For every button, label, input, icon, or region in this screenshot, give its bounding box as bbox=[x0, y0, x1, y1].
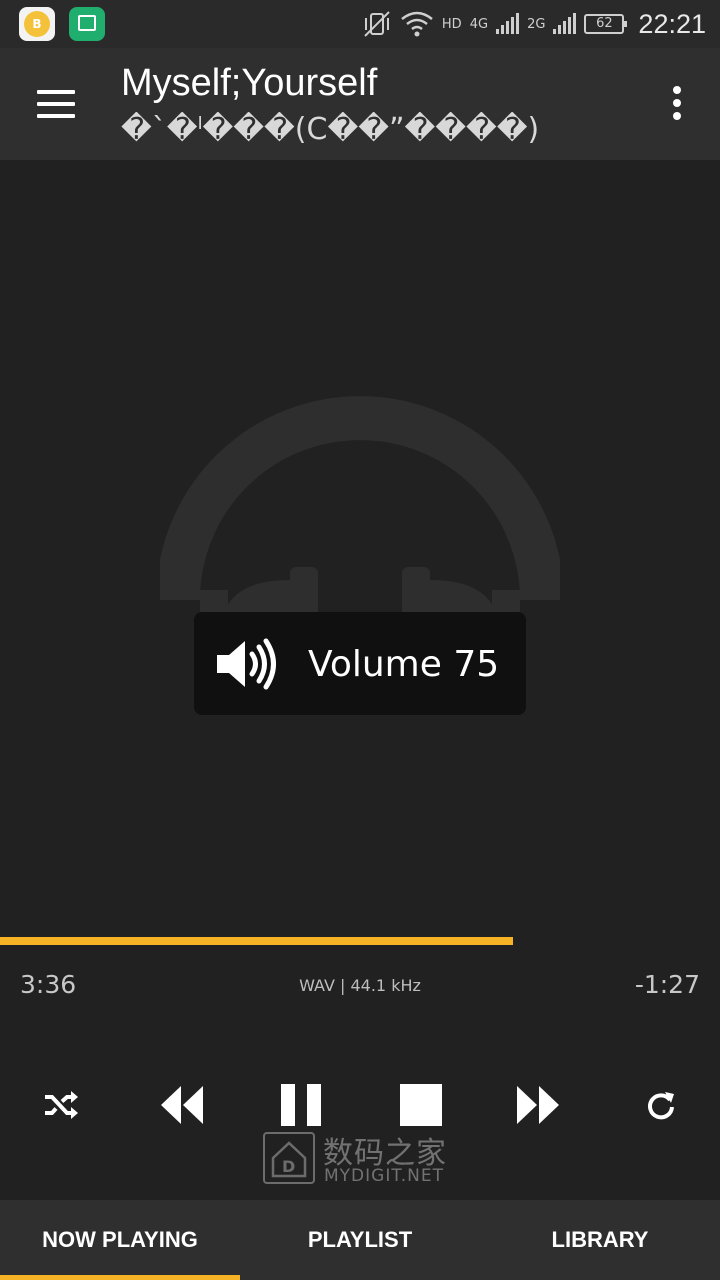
network-2g-label: 2G bbox=[527, 16, 546, 32]
bottom-tabs: NOW PLAYING PLAYLIST LIBRARY bbox=[0, 1200, 720, 1280]
rewind-icon bbox=[161, 1086, 203, 1124]
track-artist: �`�ˡ���(C��”����) bbox=[121, 112, 540, 147]
stop-icon bbox=[400, 1084, 442, 1126]
active-tab-indicator bbox=[0, 1275, 240, 1280]
stop-button[interactable] bbox=[398, 1074, 444, 1136]
menu-icon[interactable] bbox=[37, 90, 75, 118]
seek-bar[interactable] bbox=[0, 937, 720, 945]
status-clock: 22:21 bbox=[638, 8, 706, 39]
tab-now-playing[interactable]: NOW PLAYING bbox=[0, 1200, 240, 1280]
seek-bar-progress bbox=[0, 937, 514, 945]
volume-toast: Volume 75 bbox=[194, 612, 526, 715]
repeat-icon bbox=[648, 1092, 674, 1120]
signal-bars-2g-icon bbox=[553, 13, 577, 34]
watermark-en: MYDIGIT.NET bbox=[324, 1166, 444, 1186]
volume-icon bbox=[217, 638, 276, 690]
wifi-icon bbox=[401, 11, 433, 37]
gallery-notification-icon bbox=[69, 7, 105, 41]
fast-forward-icon bbox=[517, 1086, 559, 1124]
shuffle-icon bbox=[45, 1091, 78, 1119]
watermark-house-icon: D bbox=[263, 1132, 315, 1184]
audio-format: WAV | 44.1 kHz bbox=[299, 976, 421, 995]
tab-playlist[interactable]: PLAYLIST bbox=[240, 1200, 480, 1280]
watermark-logo: D 数码之家 MYDIGIT.NET bbox=[263, 1128, 463, 1188]
status-bar: B HD 4G 2G 62 22:21 bbox=[0, 0, 720, 48]
hd-label: HD bbox=[441, 16, 462, 32]
network-4g-label: 4G bbox=[469, 16, 489, 32]
svg-text:D: D bbox=[282, 1157, 295, 1176]
status-indicators: HD 4G 2G 62 22:21 bbox=[362, 6, 706, 42]
app-bar: Myself;Yourself �`�ˡ���(C��”����) bbox=[0, 48, 720, 160]
fast-forward-button[interactable] bbox=[514, 1074, 562, 1136]
tab-library[interactable]: LIBRARY bbox=[480, 1200, 720, 1280]
pause-button[interactable] bbox=[278, 1074, 324, 1136]
rewind-button[interactable] bbox=[158, 1074, 206, 1136]
battery-indicator: 62 bbox=[584, 14, 628, 34]
repeat-button[interactable] bbox=[643, 1074, 679, 1136]
pause-icon bbox=[281, 1084, 321, 1126]
signal-bars-icon bbox=[496, 13, 520, 34]
vibrate-off-icon bbox=[364, 11, 390, 37]
more-options-icon[interactable] bbox=[672, 86, 682, 122]
notification-app-icon: B bbox=[19, 7, 55, 41]
track-title: Myself;Yourself bbox=[121, 62, 378, 104]
shuffle-button[interactable] bbox=[40, 1074, 82, 1136]
remaining-time: -1:27 bbox=[634, 970, 700, 999]
volume-text: Volume 75 bbox=[308, 644, 500, 685]
